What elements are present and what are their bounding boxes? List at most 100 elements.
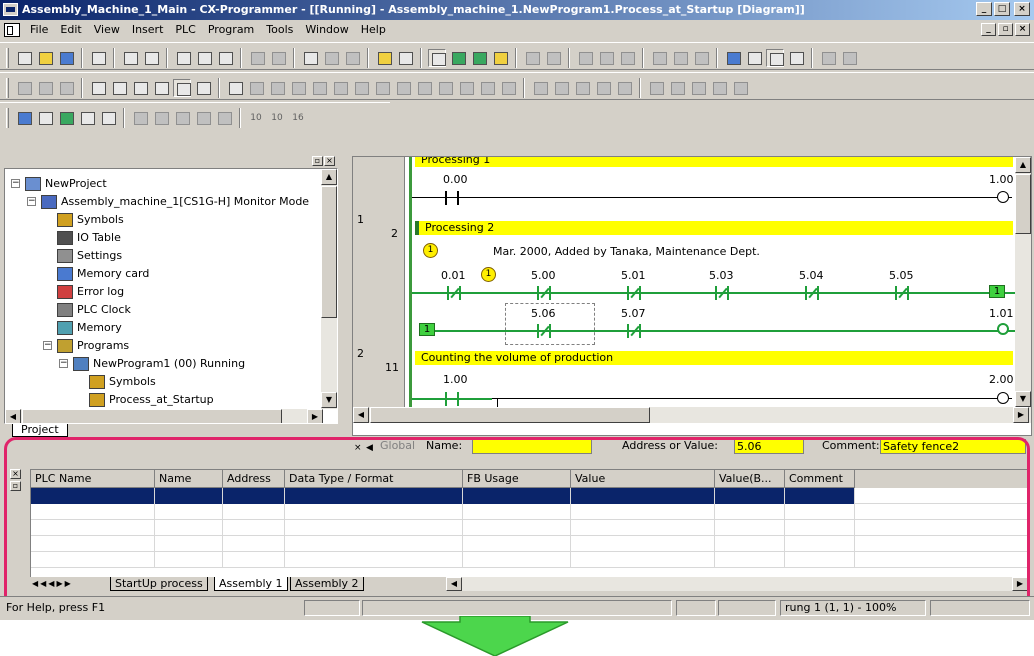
tree-node[interactable]: − Programs	[5, 337, 323, 355]
rung-comment-banner[interactable]: Counting the volume of production	[415, 351, 1013, 365]
tree-scroll-left-button[interactable]: ◀	[5, 409, 21, 423]
new-contact-icon[interactable]	[247, 79, 265, 97]
diagram-scroll-down-button[interactable]: ▼	[1015, 391, 1031, 407]
print-preview-icon[interactable]	[142, 49, 160, 67]
tab-project[interactable]: Project	[12, 424, 68, 437]
column-header[interactable]: Address	[223, 470, 285, 488]
output-window-icon[interactable]	[449, 49, 467, 67]
contact-5-01[interactable]	[627, 286, 641, 300]
set-icon[interactable]	[552, 79, 570, 97]
force-on-icon[interactable]	[573, 79, 591, 97]
coil-2-00[interactable]	[997, 392, 1009, 404]
copy-icon[interactable]	[195, 49, 213, 67]
column-header[interactable]: PLC Name	[31, 470, 155, 488]
ladder-view-icon[interactable]	[131, 109, 149, 127]
tree-node[interactable]: − NewProgram1 (00) Running	[5, 355, 323, 373]
watch-pane-close-button[interactable]: ×	[10, 469, 21, 479]
context-help-icon[interactable]	[396, 49, 414, 67]
paste-icon[interactable]	[216, 49, 234, 67]
tree-collapse-icon[interactable]: −	[59, 359, 68, 368]
tree-scroll-right-button[interactable]: ▶	[307, 409, 323, 423]
sfc-icon[interactable]	[731, 79, 749, 97]
tree-scroll-thumb[interactable]	[321, 186, 337, 318]
program-mode-icon[interactable]	[650, 49, 668, 67]
replace-icon[interactable]	[322, 49, 340, 67]
coil-1-00[interactable]	[997, 191, 1009, 203]
sheet-tab-assembly-2[interactable]: Assembly 2	[290, 577, 364, 591]
view-1-icon[interactable]	[745, 49, 763, 67]
menu-file[interactable]: File	[24, 20, 54, 40]
watch-icon[interactable]	[57, 109, 75, 127]
sheet-nav-buttons[interactable]: ◀◀◀▶▶	[32, 577, 73, 591]
sheet-tab-startup-process[interactable]: StartUp process	[110, 577, 208, 591]
zoom-fit-icon[interactable]	[57, 79, 75, 97]
workspace-dock-button[interactable]: ▫	[312, 156, 323, 166]
mdi-restore-button[interactable]: ▫	[998, 23, 1013, 36]
tree-node[interactable]: IO Table	[5, 229, 323, 247]
new-bit-icon[interactable]	[478, 79, 496, 97]
comment-field[interactable]: Safety fence2	[880, 439, 1026, 454]
contact-5-05[interactable]	[895, 286, 909, 300]
tree-node[interactable]: Symbols	[5, 373, 323, 391]
tree-node[interactable]: Settings	[5, 247, 323, 265]
contact-5-04[interactable]	[805, 286, 819, 300]
diagram-horizontal-scrollbar[interactable]: ◀ ▶	[353, 407, 1031, 423]
coil-1-01[interactable]	[997, 323, 1009, 335]
column-header[interactable]: Comment	[785, 470, 855, 488]
new-pt-icon[interactable]	[436, 79, 454, 97]
data-trace-icon[interactable]	[668, 79, 686, 97]
force-off-icon[interactable]	[594, 79, 612, 97]
online-icon[interactable]	[523, 49, 541, 67]
tree-collapse-icon[interactable]: −	[27, 197, 36, 206]
undo-icon[interactable]	[248, 49, 266, 67]
toolbar-grip[interactable]	[6, 108, 9, 128]
new-or-contact-icon[interactable]	[289, 79, 307, 97]
watch-pane-dock-button[interactable]: ▫	[10, 481, 21, 491]
annotation-marker[interactable]: 1	[481, 267, 496, 282]
title-bar[interactable]: Assembly_Machine_1_Main - CX-Programmer …	[0, 0, 1034, 20]
tree-collapse-icon[interactable]: −	[43, 341, 52, 350]
st-view-icon[interactable]	[173, 109, 191, 127]
tree-node[interactable]: Error log	[5, 283, 323, 301]
table-row[interactable]	[31, 536, 1027, 552]
show-address-icon[interactable]	[173, 79, 191, 97]
grid-scroll-right-button[interactable]: ▶	[1012, 577, 1028, 591]
new-instruction-icon[interactable]	[415, 79, 433, 97]
sheet-tab-assembly-1[interactable]: Assembly 1	[214, 577, 288, 591]
output-marker[interactable]: 1	[989, 285, 1005, 298]
table-row[interactable]	[31, 504, 1027, 520]
find-icon[interactable]	[301, 49, 319, 67]
new-horizontal-icon[interactable]	[352, 79, 370, 97]
diagram-scroll-right-button[interactable]: ▶	[1013, 407, 1029, 423]
annotation-marker[interactable]: 1	[423, 243, 438, 258]
column-header[interactable]: FB Usage	[463, 470, 571, 488]
contact-5-07[interactable]	[627, 324, 641, 338]
cut-icon[interactable]	[174, 49, 192, 67]
tree-node[interactable]: Process_at_Startup	[5, 391, 323, 409]
workspace-close-button[interactable]: ×	[324, 156, 335, 166]
mnemonic-view-icon[interactable]	[152, 109, 170, 127]
mdi-minimize-button[interactable]: _	[981, 23, 996, 36]
contact-5-03[interactable]	[715, 286, 729, 300]
tree-horizontal-scrollbar[interactable]: ◀ ▶	[5, 409, 323, 423]
grid-icon[interactable]	[89, 79, 107, 97]
open-folder-icon[interactable]	[36, 49, 54, 67]
diagram-hscroll-thumb[interactable]	[370, 407, 650, 423]
table-row[interactable]	[31, 488, 1027, 504]
new-vertical-icon[interactable]	[331, 79, 349, 97]
ladder-diagram[interactable]: 1 2 2 11 Processing 1 0.00 1.00 Processi…	[352, 156, 1032, 436]
output-icon[interactable]	[36, 109, 54, 127]
toolbar-grip[interactable]	[6, 78, 9, 98]
diagram-scroll-thumb[interactable]	[1015, 174, 1031, 234]
tree-vertical-scrollbar[interactable]: ▲ ▼	[321, 169, 337, 409]
new-fb-icon[interactable]	[457, 79, 475, 97]
app-icon[interactable]	[3, 3, 18, 16]
pause-icon[interactable]	[544, 49, 562, 67]
redo-icon[interactable]	[269, 49, 287, 67]
toolbar-grip[interactable]	[6, 48, 9, 68]
time-chart-icon[interactable]	[689, 79, 707, 97]
contact-1-00-rising[interactable]	[445, 392, 459, 406]
select-mode-icon[interactable]	[226, 79, 244, 97]
transfer-to-plc-icon[interactable]	[576, 49, 594, 67]
signed-decimal-format-button[interactable]: 10	[268, 113, 286, 123]
